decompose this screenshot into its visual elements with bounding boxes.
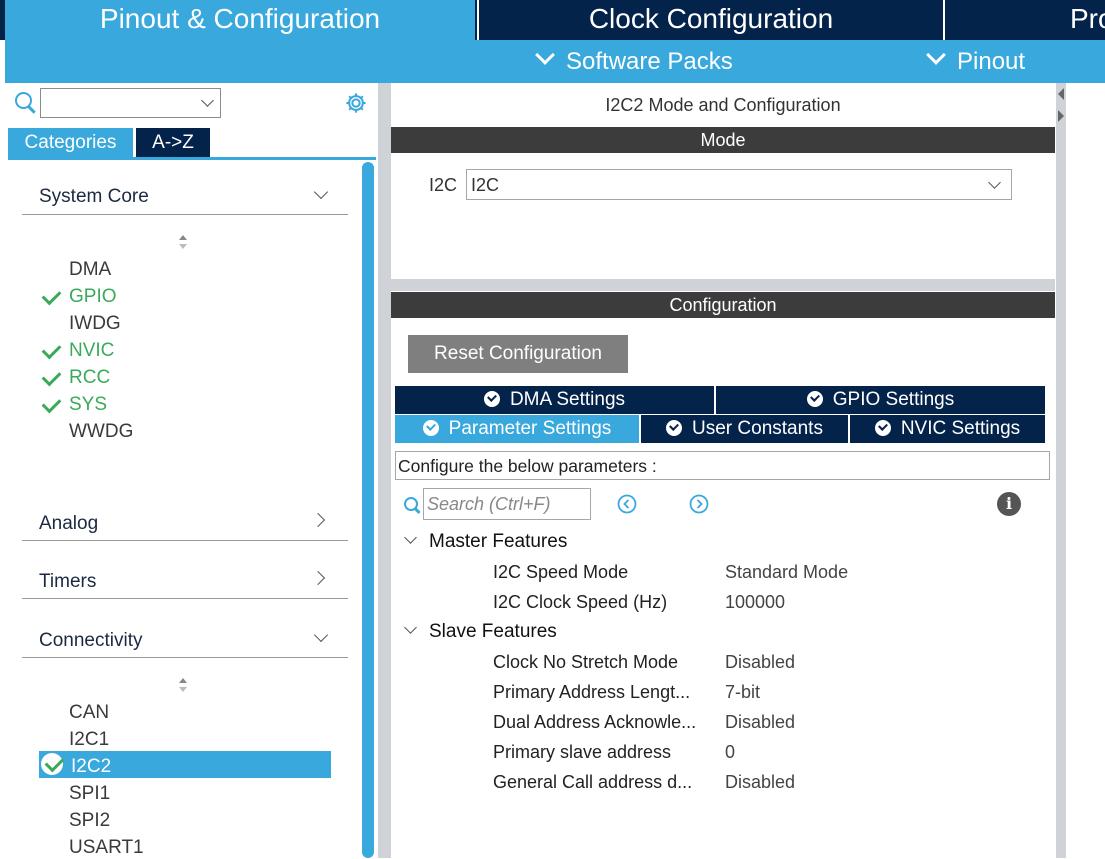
param-name: I2C Speed Mode	[493, 562, 629, 582]
param-name: General Call address d...	[493, 772, 693, 792]
tab-label: NVIC Settings	[900, 418, 1021, 439]
group-timers[interactable]: Timers	[39, 571, 96, 593]
item-usart1[interactable]: USART1	[69, 837, 144, 859]
tab-a-to-z[interactable]: A->Z	[136, 128, 210, 157]
tab-label: User Constants	[692, 418, 823, 439]
param-name: Primary Address Lengt...	[493, 682, 691, 702]
param-name: Primary slave address	[493, 742, 672, 762]
sort-icon[interactable]	[178, 234, 188, 250]
pinout-menu[interactable]: Pinout	[926, 40, 1026, 83]
item-spi1[interactable]: SPI1	[69, 783, 110, 805]
tab-label: Parameter Settings	[448, 418, 612, 439]
tab-label: GPIO Settings	[832, 389, 955, 410]
divider	[22, 657, 348, 658]
tab-underline	[8, 157, 376, 160]
param-name: Clock No Stretch Mode	[493, 652, 679, 672]
top-tab-bar: Pinout & Configuration Clock Configurati…	[0, 0, 1105, 40]
info-icon[interactable]: i	[997, 492, 1021, 516]
tab-nvic-settings[interactable]: NVIC Settings	[850, 415, 1045, 443]
gear-icon[interactable]	[345, 92, 367, 114]
item-nvic[interactable]: NVIC	[69, 340, 114, 362]
mode-header: Mode	[391, 127, 1055, 153]
item-rcc[interactable]: RCC	[69, 367, 110, 389]
right-scrollbar[interactable]	[1056, 83, 1066, 858]
collapse-arrows-icon[interactable]	[1056, 86, 1066, 126]
tab-gpio-settings[interactable]: GPIO Settings	[716, 386, 1045, 414]
section-slave-features[interactable]: Slave Features	[429, 621, 557, 643]
tab-pinout-configuration[interactable]: Pinout & Configuration	[5, 0, 475, 40]
item-dma[interactable]: DMA	[69, 259, 111, 281]
tab-categories[interactable]: Categories	[8, 128, 133, 157]
param-value[interactable]: 0	[725, 742, 735, 763]
mode-select[interactable]: I2C	[466, 169, 1012, 200]
item-can[interactable]: CAN	[69, 702, 109, 724]
mode-label: I2C	[429, 175, 458, 195]
search-icon[interactable]	[15, 92, 32, 109]
software-packs-menu[interactable]: Software Packs	[535, 40, 733, 83]
group-connectivity[interactable]: Connectivity	[39, 630, 143, 652]
group-system-core[interactable]: System Core	[39, 186, 149, 208]
item-i2c2[interactable]: I2C2	[71, 756, 111, 778]
param-value[interactable]: 7-bit	[725, 682, 760, 703]
mode-select-value: I2C	[471, 175, 500, 195]
param-value[interactable]: 100000	[725, 592, 785, 613]
check-circle-icon	[806, 391, 823, 407]
tab-label: DMA Settings	[509, 389, 626, 410]
sort-icon[interactable]	[178, 677, 188, 693]
sub-menu-bar: Software Packs Pinout	[5, 40, 1105, 83]
divider	[22, 214, 348, 215]
section-master-features[interactable]: Master Features	[429, 531, 567, 553]
divider	[22, 540, 348, 541]
reset-configuration-button[interactable]: Reset Configuration	[408, 335, 628, 373]
configuration-header: Configuration	[391, 292, 1055, 318]
category-search-combo[interactable]	[40, 88, 221, 118]
parameter-search-input[interactable]: Search (Ctrl+F)	[423, 488, 591, 520]
param-value[interactable]: Disabled	[725, 772, 795, 793]
item-sys[interactable]: SYS	[69, 394, 107, 416]
param-value[interactable]: Disabled	[725, 712, 795, 733]
item-spi2[interactable]: SPI2	[69, 810, 110, 832]
software-packs-label: Software Packs	[566, 48, 733, 75]
check-circle-icon	[483, 391, 500, 407]
param-name: I2C Clock Speed (Hz)	[493, 592, 668, 612]
check-circle-icon	[422, 420, 439, 436]
panel-splitter[interactable]	[378, 83, 391, 858]
tab-project-manager[interactable]: Pro	[943, 0, 1105, 40]
param-name: Dual Address Acknowle...	[493, 712, 697, 732]
item-gpio[interactable]: GPIO	[69, 286, 117, 308]
item-wwdg[interactable]: WWDG	[69, 421, 133, 443]
search-icon	[404, 497, 418, 511]
check-circle-icon	[666, 420, 683, 436]
section-separator	[391, 279, 1055, 291]
next-icon[interactable]	[689, 494, 709, 514]
chevron-down-icon	[201, 94, 214, 107]
configure-hint: Configure the below parameters :	[395, 451, 1050, 480]
group-analog[interactable]: Analog	[39, 513, 98, 535]
check-circle-icon	[874, 420, 891, 436]
param-value[interactable]: Standard Mode	[725, 562, 848, 583]
tab-user-constants[interactable]: User Constants	[641, 415, 848, 443]
param-value[interactable]: Disabled	[725, 652, 795, 673]
item-iwdg[interactable]: IWDG	[69, 313, 121, 335]
pinout-label: Pinout	[957, 48, 1026, 75]
tab-parameter-settings[interactable]: Parameter Settings	[395, 415, 639, 443]
tab-dma-settings[interactable]: DMA Settings	[395, 386, 714, 414]
chevron-down-icon	[535, 45, 555, 65]
previous-icon[interactable]	[617, 494, 637, 514]
divider	[22, 598, 348, 599]
chevron-down-icon	[988, 176, 1001, 189]
item-i2c1[interactable]: I2C1	[69, 729, 109, 751]
left-scrollbar[interactable]	[362, 162, 374, 858]
chevron-down-icon	[926, 45, 946, 65]
page-title: I2C2 Mode and Configuration	[605, 95, 841, 115]
tab-clock-configuration[interactable]: Clock Configuration	[477, 0, 945, 40]
